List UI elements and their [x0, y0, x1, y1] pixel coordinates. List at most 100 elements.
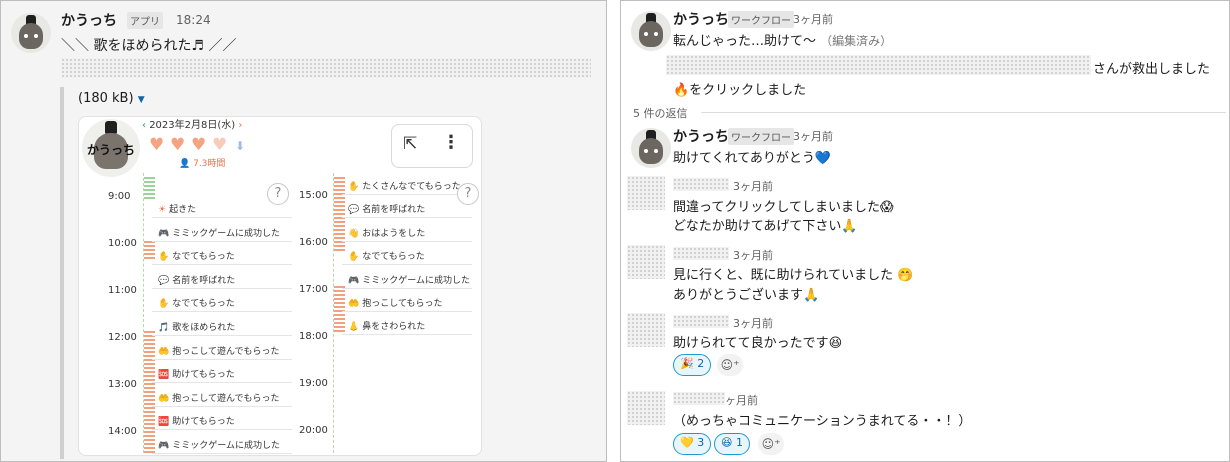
rest-stripe: [144, 185, 155, 187]
hour-label: 11:00: [108, 285, 137, 296]
heart-icon: ♥: [170, 135, 186, 155]
event-divider: [342, 217, 472, 219]
event-divider: [152, 335, 292, 336]
activity-stripe: [144, 245, 155, 247]
timestamp[interactable]: 18:24: [176, 13, 211, 27]
reply-text: （めっちゃコミュニケーションうまれてる・・！）: [673, 414, 972, 429]
timeline-event: ✋ たくさんなでてもらった: [348, 179, 461, 192]
event-divider: [152, 429, 292, 431]
parent-message: 転んじゃった…助けて〜 （編集済み）: [673, 30, 892, 49]
card-date-row: ‹ 2023年2月8日(水) ›: [142, 116, 242, 131]
event-divider: [152, 311, 292, 313]
awake-duration: 👤 7.3時間: [179, 156, 225, 169]
event-icon: 👋: [348, 228, 360, 239]
event-icon: 💬: [158, 275, 170, 286]
party-icon: 🎉: [680, 357, 694, 370]
event-divider: [152, 264, 292, 266]
timeline-event: 🆘 助けてもらった: [158, 414, 235, 427]
activity-stripe: [334, 294, 345, 296]
user-avatar[interactable]: [11, 13, 51, 53]
chevron-left-icon[interactable]: ‹: [142, 120, 146, 131]
reply-count[interactable]: 5 件の返信: [633, 105, 688, 121]
activity-stripe: [144, 407, 155, 409]
activity-stripe: [334, 306, 345, 308]
hour-label: 18:00: [299, 331, 328, 342]
activity-stripe: [144, 343, 155, 345]
timeline-event: ✋ なでてもらった: [158, 296, 235, 309]
timestamp[interactable]: 3ヶ月前: [733, 247, 773, 263]
user-avatar[interactable]: [631, 11, 671, 51]
hour-label: 12:00: [108, 332, 137, 343]
add-reaction-icon[interactable]: ☺⁺: [758, 433, 784, 455]
activity-stripe: [144, 383, 155, 385]
event-label: たくさんなでてもらった: [362, 182, 461, 192]
workflow-badge: ワークフロー: [728, 128, 794, 145]
event-icon: ✋: [348, 252, 360, 263]
activity-stripe: [144, 355, 155, 357]
event-icon: ✋: [158, 299, 170, 310]
hour-label: 16:00: [299, 237, 328, 248]
event-icon: 🎵: [158, 323, 170, 333]
activity-stripe: [144, 391, 155, 393]
clicked-text: 🔥をクリックしました: [673, 83, 807, 98]
parent-message-text: 転んじゃった…助けて〜: [673, 34, 817, 49]
hour-label: 17:00: [299, 284, 328, 295]
help-button[interactable]: ?: [457, 183, 479, 205]
activity-stripe: [144, 367, 155, 369]
redacted-avatar: [627, 176, 665, 210]
rest-stripe: [144, 193, 155, 195]
redacted-user: [666, 55, 1091, 75]
yellow-heart-icon: 💛: [680, 436, 694, 449]
rest-stripe: [144, 197, 155, 199]
attachment-size[interactable]: (180 kB) ▼: [78, 91, 145, 106]
reaction-party[interactable]: 🎉 2: [673, 354, 712, 376]
hour-label: 14:00: [108, 426, 137, 437]
activity-stripe: [144, 419, 155, 421]
help-button[interactable]: ?: [267, 183, 289, 205]
username[interactable]: かうっち: [673, 126, 729, 146]
chevron-down-icon[interactable]: ▼: [138, 95, 145, 105]
reaction-laugh[interactable]: 😆 1: [714, 433, 750, 455]
timestamp[interactable]: 3ヶ月前: [733, 315, 773, 331]
event-label: ミミックゲームに成功した: [172, 441, 280, 451]
timestamp[interactable]: 3ヶ月前: [793, 11, 833, 27]
reply-text: 間違ってクリックしてしまいました😱: [673, 200, 894, 215]
timestamp[interactable]: 3ヶ月前: [733, 178, 773, 194]
hour-label: 10:00: [108, 238, 137, 249]
activity-stripe: [144, 363, 155, 365]
activity-stripe: [144, 431, 155, 433]
event-label: 鼻をさわられた: [362, 322, 426, 333]
timestamp[interactable]: ヶ月前: [725, 392, 758, 408]
activity-stripe: [144, 249, 155, 251]
open-external-icon[interactable]: ⇱: [403, 134, 417, 154]
reaction-count: 3: [697, 436, 705, 449]
event-icon: 🎮: [158, 441, 170, 451]
activity-stripe: [144, 253, 155, 255]
heart-icon: ♥: [149, 135, 165, 155]
edited-label: （編集済み）: [820, 34, 893, 48]
username[interactable]: かうっち: [61, 10, 117, 30]
timeline-event: ☀ 起きた: [158, 202, 196, 215]
chevron-right-icon[interactable]: ›: [238, 120, 242, 131]
activity-stripe: [144, 403, 155, 405]
event-icon: 🤲: [348, 299, 360, 309]
activity-stripe: [144, 351, 155, 353]
event-label: ミミックゲームに成功した: [172, 228, 280, 239]
event-divider: [342, 240, 472, 242]
event-divider: [152, 217, 292, 218]
event-label: 起きた: [169, 205, 197, 215]
username[interactable]: かうっち: [673, 9, 729, 29]
user-avatar[interactable]: [631, 128, 671, 168]
redacted-avatar: [627, 245, 665, 279]
add-reaction-icon[interactable]: ☺⁺: [717, 354, 743, 376]
more-options-icon[interactable]: ⋮: [442, 132, 460, 153]
activity-stripe: [334, 245, 345, 247]
event-icon: 🤲: [158, 346, 170, 357]
event-label: 助けてもらった: [172, 370, 235, 381]
redacted-avatar: [627, 313, 665, 347]
timeline-event: 🎮 ミミックゲームに成功した: [348, 273, 470, 286]
timestamp[interactable]: 3ヶ月前: [793, 128, 833, 144]
reaction-heart[interactable]: 💛 3: [673, 433, 712, 455]
activity-stripe: [144, 435, 155, 437]
redacted-avatar: [627, 391, 665, 425]
